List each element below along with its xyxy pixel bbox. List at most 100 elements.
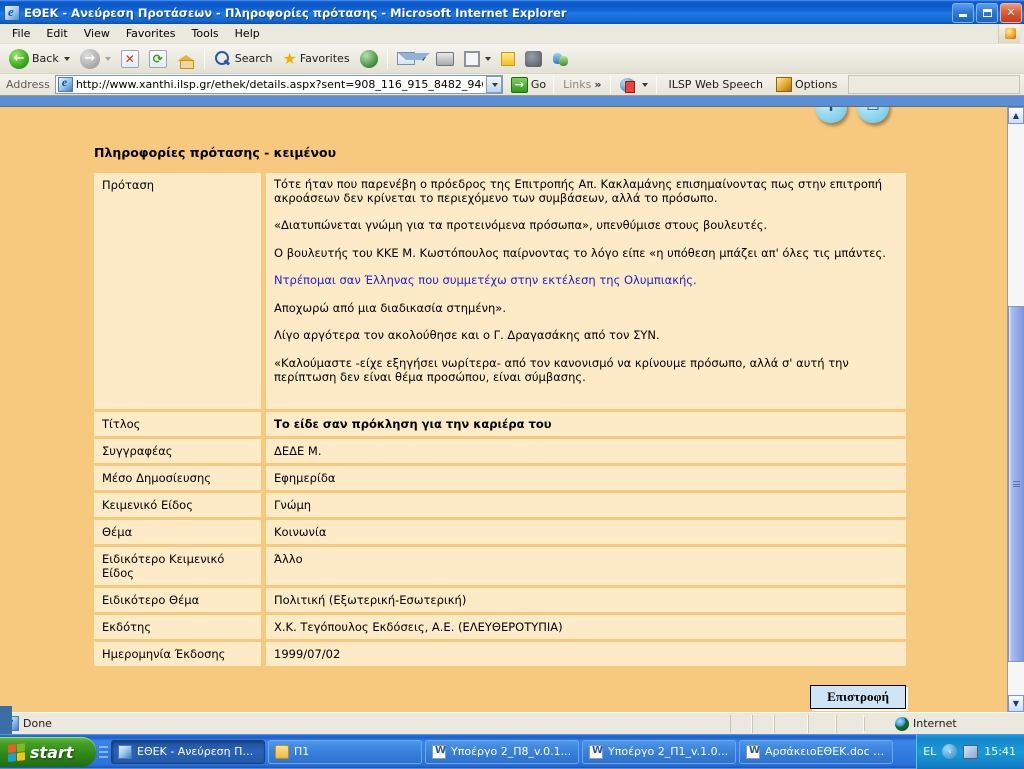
- minimize-button[interactable]: [952, 2, 974, 23]
- word-icon: [589, 744, 603, 759]
- status-message: Done: [0, 714, 730, 731]
- page-favicon: [57, 76, 73, 92]
- pdf-icon: [619, 77, 637, 93]
- menu-item-edit[interactable]: Edit: [38, 25, 75, 42]
- table-row: Μέσο Δημοσίευσης Εφημερίδα: [94, 466, 906, 490]
- row-value-specific-text-type: Άλλο: [266, 547, 906, 585]
- table-row: Ημερομηνία Έκδοσης 1999/07/02: [94, 642, 906, 666]
- people-button[interactable]: [547, 47, 574, 71]
- back-arrow-icon: ←: [9, 48, 29, 69]
- forward-button[interactable]: →: [75, 47, 116, 71]
- search-button[interactable]: Search: [209, 47, 278, 71]
- print-round-button[interactable]: ▭: [857, 107, 889, 123]
- taskbar-item-ie[interactable]: ΕΘΕΚ - Ανεύρεση Πρ...: [111, 739, 265, 764]
- security-zone[interactable]: Internet: [864, 716, 1024, 731]
- forward-dropdown-icon[interactable]: [104, 56, 111, 61]
- info-round-button[interactable]: i: [815, 107, 847, 123]
- ie-icon: [118, 744, 132, 759]
- pdf-toolbar-button[interactable]: [614, 73, 653, 97]
- favorites-label: Favorites: [299, 52, 350, 65]
- toolbar-empty-area: [848, 75, 1020, 94]
- menu-item-tools[interactable]: Tools: [184, 25, 227, 42]
- info-table: Πρόταση Τότε ήταν που παρενέβη ο πρόεδρο…: [94, 170, 906, 669]
- search-label: Search: [234, 52, 273, 65]
- print-button[interactable]: [431, 47, 459, 71]
- address-url-text: http://www.xanthi.ilsp.gr/ethek/details.…: [75, 78, 483, 91]
- refresh-button[interactable]: ⟳: [144, 47, 172, 71]
- scrollbar-thumb[interactable]: [1008, 306, 1024, 662]
- favorites-button[interactable]: ★ Favorites: [278, 47, 355, 71]
- taskbar-item-word-2[interactable]: Υποέργο 2_Π1_v.1.0...: [582, 739, 736, 764]
- address-dropdown-icon[interactable]: [485, 76, 502, 93]
- proposal-paragraph-highlighted: Ντρέπομαι σαν Έλληνας που συμμετέχω στην…: [274, 273, 697, 288]
- globe-gray-icon: [524, 50, 542, 67]
- close-button[interactable]: ✕: [1000, 2, 1022, 23]
- vertical-scrollbar[interactable]: ▲ ▼: [1007, 106, 1024, 712]
- word-icon: [432, 744, 446, 759]
- taskbar-item-word-1[interactable]: Υποέργο 2_Π8_v.0.1...: [425, 739, 579, 764]
- chevron-left-icon[interactable]: ‹: [942, 744, 958, 759]
- options-icon: [775, 77, 792, 92]
- row-label-specific-text-type: Ειδικότερο Κειμενικό Είδος: [94, 547, 261, 585]
- links-button[interactable]: Links »: [557, 78, 607, 91]
- return-button[interactable]: Επιστροφή: [810, 685, 906, 709]
- menu-item-help[interactable]: Help: [227, 25, 268, 42]
- options-button[interactable]: Options: [771, 73, 842, 97]
- history-icon: [359, 49, 378, 68]
- pdf-dropdown-icon[interactable]: [642, 82, 649, 87]
- folder-icon: [275, 744, 289, 759]
- taskbar-item-label: ΑρσάκειοΕΘΕΚ.doc - ...: [765, 745, 886, 758]
- page-title: Πληροφορίες πρότασης - κειμένου: [94, 145, 337, 160]
- back-dropdown-icon[interactable]: [63, 56, 70, 61]
- messenger-button[interactable]: [520, 47, 547, 71]
- edit-button[interactable]: [459, 47, 496, 71]
- status-cell-3: [774, 714, 808, 733]
- page-content: Πληροφορίες πρότασης - κειμένου Πρόταση …: [0, 107, 1007, 709]
- search-icon: [214, 50, 232, 68]
- status-cell-4: [808, 714, 836, 733]
- stop-icon: ✕: [120, 49, 139, 68]
- mail-button[interactable]: [392, 47, 431, 71]
- scroll-down-button[interactable]: ▼: [1008, 695, 1024, 712]
- star-icon: ★: [282, 48, 297, 68]
- stop-button[interactable]: ✕: [116, 47, 144, 71]
- start-button[interactable]: start: [0, 737, 96, 767]
- taskbar-item-word-3[interactable]: ΑρσάκειοΕΘΕΚ.doc - ...: [739, 739, 893, 764]
- network-icon[interactable]: [963, 744, 979, 759]
- taskbar: start ΕΘΕΚ - Ανεύρεση Πρ... Π1 Υποέργο 2…: [0, 734, 1024, 769]
- address-input[interactable]: http://www.xanthi.ilsp.gr/ethek/details.…: [54, 75, 503, 94]
- internet-zone-icon: [895, 716, 909, 731]
- table-row: Ειδικότερο Θέμα Πολιτική (Εξωτερική-Εσωτ…: [94, 588, 906, 612]
- language-indicator[interactable]: EL: [923, 745, 936, 758]
- clock[interactable]: 15:41: [984, 745, 1016, 758]
- scroll-up-button[interactable]: ▲: [1008, 107, 1024, 124]
- status-text: Done: [23, 717, 52, 730]
- note-icon: [500, 51, 515, 66]
- taskbar-item-folder[interactable]: Π1: [268, 739, 422, 764]
- go-button[interactable]: → Go: [507, 76, 550, 94]
- taskbar-item-label: ΕΘΕΚ - Ανεύρεση Πρ...: [137, 745, 258, 758]
- row-label-author: Συγγραφέας: [94, 439, 261, 463]
- taskbar-grip-icon[interactable]: [99, 739, 108, 765]
- home-button[interactable]: [172, 47, 200, 71]
- table-row: Συγγραφέας ΔΕΔΕ Μ.: [94, 439, 906, 463]
- printer-icon: [435, 51, 454, 66]
- edit-dropdown-icon[interactable]: [484, 56, 491, 61]
- web-speech-button[interactable]: ILSP Web Speech: [660, 78, 770, 91]
- proposal-paragraph: «Καλούμαστε -είχε εξηγήσει νωρίτερα- από…: [274, 355, 849, 384]
- discuss-button[interactable]: [496, 47, 520, 71]
- menu-item-favorites[interactable]: Favorites: [118, 25, 184, 42]
- row-value-text-type: Γνώμη: [266, 493, 906, 517]
- links-separator: [610, 75, 612, 94]
- restore-button[interactable]: [976, 2, 998, 23]
- menu-item-file[interactable]: File: [4, 25, 38, 42]
- scrollbar-track[interactable]: [1008, 124, 1024, 695]
- table-row: Εκδότης Χ.Κ. Τεγόπουλος Εκδόσεις, Α.Ε. (…: [94, 615, 906, 639]
- table-row: Ειδικότερο Κειμενικό Είδος Άλλο: [94, 547, 906, 585]
- row-value-topic: Κοινωνία: [266, 520, 906, 544]
- chevron-right-icon[interactable]: »: [594, 78, 601, 91]
- history-button[interactable]: [355, 47, 383, 71]
- proposal-paragraph: «Διατυπώνεται γνώμη για τα προτεινόμενα …: [274, 218, 768, 233]
- back-button[interactable]: ← Back: [4, 47, 75, 71]
- menu-item-view[interactable]: View: [76, 25, 118, 42]
